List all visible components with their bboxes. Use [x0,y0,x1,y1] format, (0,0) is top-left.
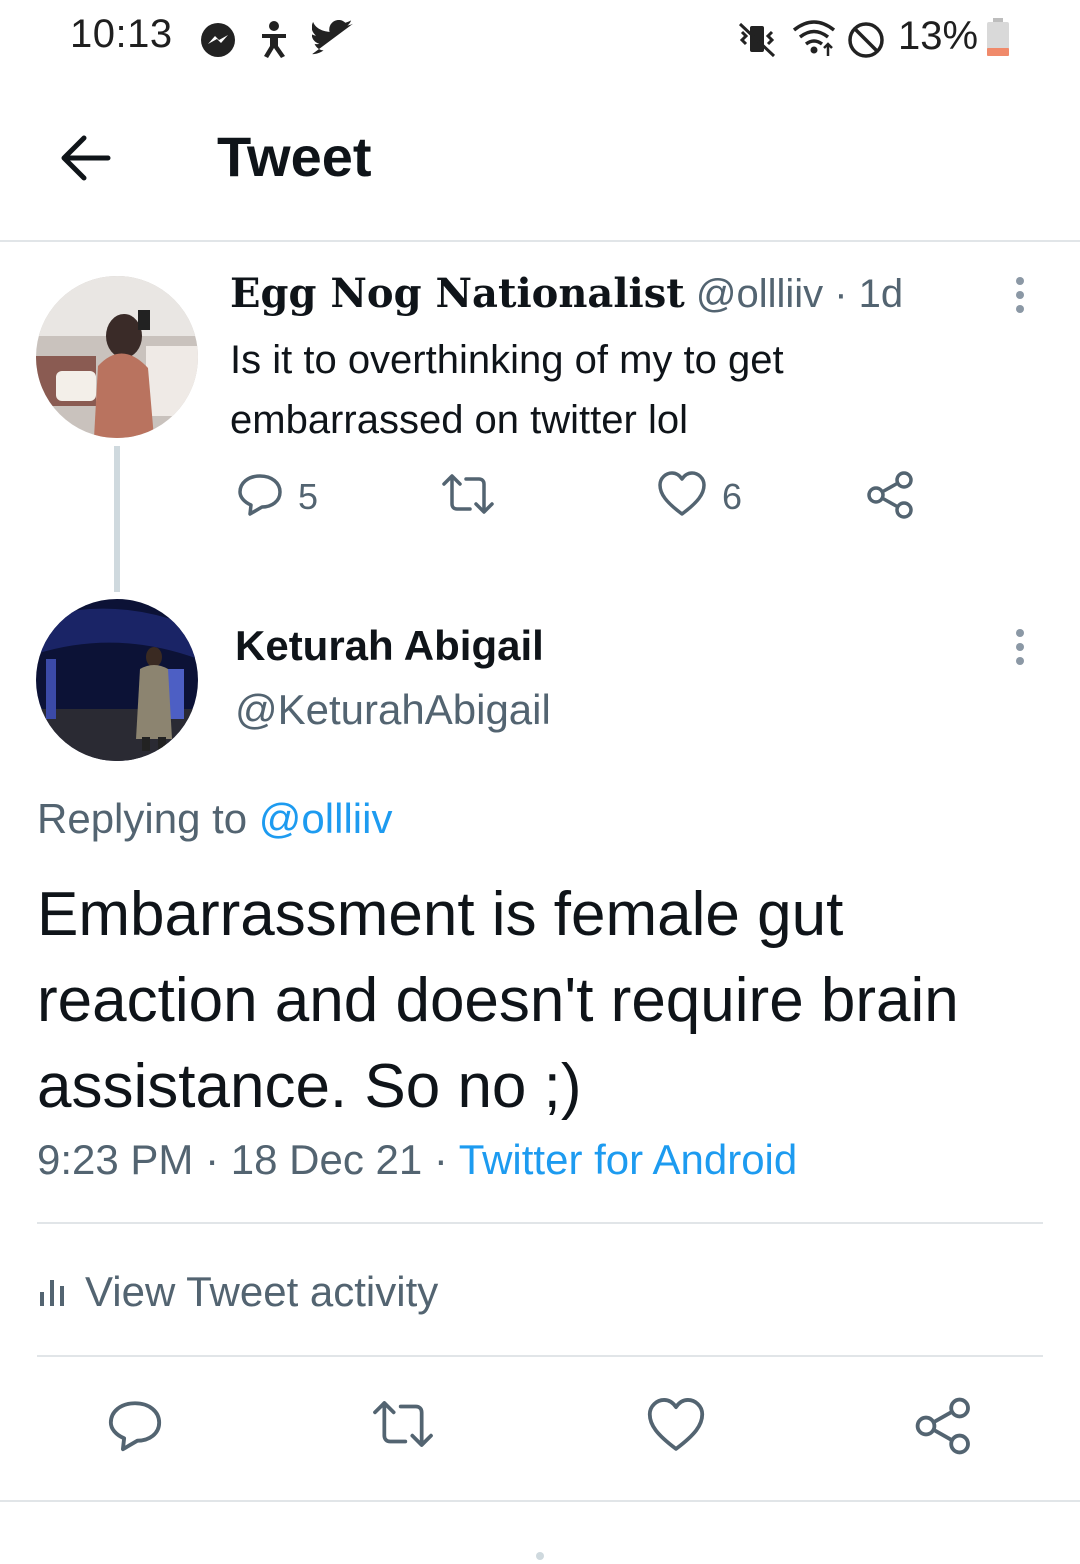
share-action[interactable] [866,470,916,525]
top-app-bar: Tweet [0,80,1080,242]
wifi-icon [790,18,840,63]
reply-action[interactable] [106,1396,164,1459]
view-tweet-activity-label: View Tweet activity [85,1268,439,1315]
heart-icon [645,1396,707,1459]
reply-action[interactable]: 5 [236,470,318,523]
main-author-name[interactable]: Keturah Abigail [235,622,544,670]
battery-percent: 13% [898,14,979,58]
heart-icon [656,470,708,523]
parent-tweet-text[interactable]: Is it to overthinking of my to get embar… [230,330,970,450]
parent-tweet-header: Egg Nog Nationalist @ollliiv · 1d [230,270,903,317]
share-icon [914,1396,974,1461]
retweet-icon [370,1396,436,1457]
battery-icon [985,18,1011,63]
like-action[interactable]: 6 [656,470,742,523]
messenger-icon [198,20,238,65]
reply-icon [236,470,284,523]
parent-author-name[interactable]: Egg Nog Nationalist [230,270,685,317]
reply-count: 5 [298,475,319,517]
like-count: 6 [722,475,743,517]
twitter-icon [311,19,354,61]
share-action[interactable] [914,1396,974,1461]
status-bar: 10:13 13% [0,0,1080,80]
accessibility-icon [258,20,294,65]
share-icon [866,470,916,525]
more-options-icon[interactable] [1013,628,1027,668]
back-arrow-icon[interactable] [50,122,120,192]
reply-icon [106,1396,164,1459]
tweet-time-date: 9:23 PM · 18 Dec 21 · [37,1136,459,1183]
avatar-main-author[interactable] [36,599,198,761]
retweet-action[interactable] [370,1396,436,1457]
divider [0,1500,1080,1502]
divider [37,1222,1043,1224]
avatar-parent-author[interactable] [36,276,198,438]
vibrate-icon [738,22,778,63]
main-author-handle[interactable]: @KeturahAbigail [235,686,551,734]
dnd-icon [846,20,886,65]
page-title: Tweet [217,125,372,188]
replying-to-label: Replying to [37,795,248,842]
status-time: 10:13 [70,12,173,56]
bar-chart-icon [37,1270,67,1315]
retweet-action[interactable] [440,470,496,523]
divider [37,1355,1043,1357]
scroll-indicator-dot [536,1552,544,1560]
parent-tweet-actions: 5 6 [0,470,1080,540]
like-action[interactable] [645,1396,707,1459]
replying-to-handle-link[interactable]: @ollliiv [259,795,393,842]
view-tweet-activity-button[interactable]: View Tweet activity [37,1262,438,1322]
tweet-source-link[interactable]: Twitter for Android [459,1136,797,1183]
main-tweet-text: Embarrassment is female gut reaction and… [37,880,959,1121]
retweet-icon [440,470,496,523]
tweet-timestamp-line: 9:23 PM · 18 Dec 21 · Twitter for Androi… [37,1136,797,1184]
main-tweet-actions [0,1396,1080,1466]
parent-author-meta: @ollliiv · 1d [695,272,904,316]
replying-to-line: Replying to @ollliiv [37,795,392,843]
more-options-icon[interactable] [1013,276,1027,316]
